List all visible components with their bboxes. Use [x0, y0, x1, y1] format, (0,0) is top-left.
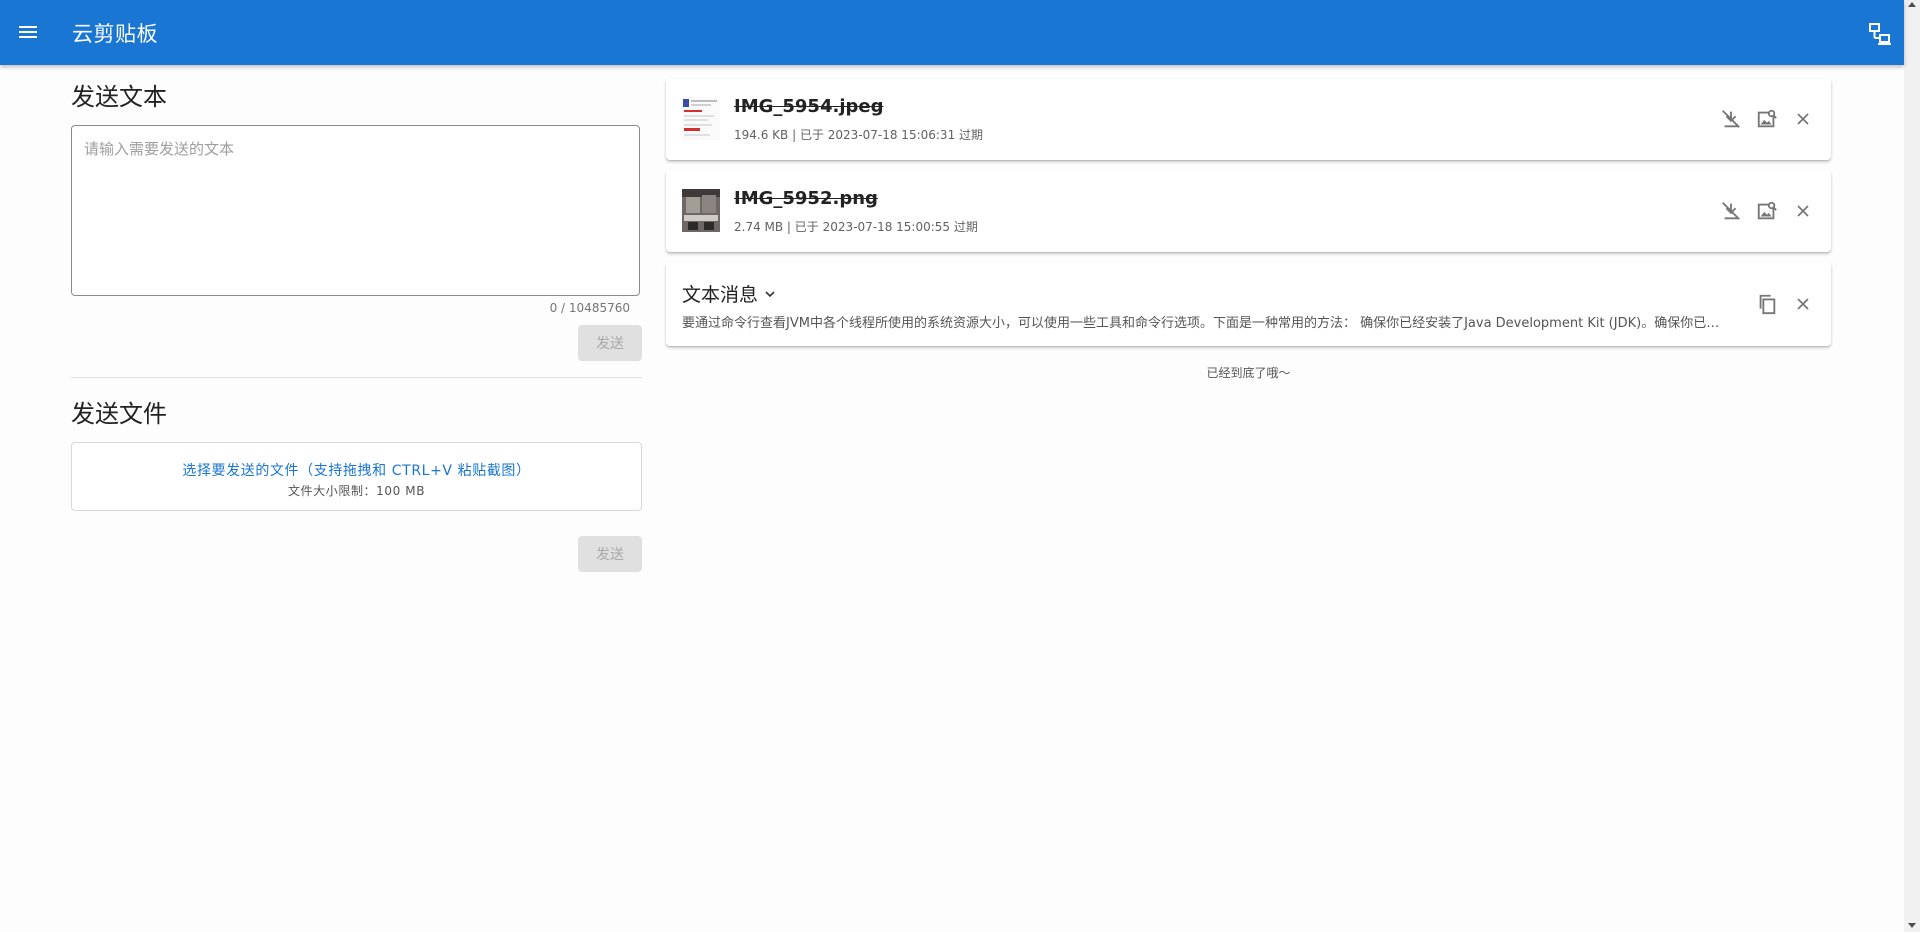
- menu-icon: [19, 26, 37, 38]
- delete-button[interactable]: [1791, 199, 1815, 223]
- send-text-title: 发送文本: [71, 83, 167, 111]
- page-scrollbar[interactable]: [1904, 0, 1920, 932]
- file-thumbnail[interactable]: [682, 97, 720, 140]
- delete-button[interactable]: [1791, 292, 1815, 316]
- close-icon: [1797, 298, 1809, 310]
- scroll-down-arrow-icon[interactable]: [1908, 923, 1916, 928]
- download-off-icon: [1722, 110, 1740, 128]
- file-name[interactable]: IMG_5954.jpeg: [734, 96, 883, 117]
- file-thumbnail[interactable]: [682, 189, 720, 232]
- file-name[interactable]: IMG_5952.png: [734, 188, 878, 209]
- file-actions: [1719, 78, 1815, 160]
- scroll-up-arrow-icon[interactable]: [1908, 2, 1916, 7]
- text-message-body: 要通过命令行查看JVM中各个线程所使用的系统资源大小，可以使用一些工具和命令行选…: [682, 316, 1732, 331]
- delete-button[interactable]: [1791, 107, 1815, 131]
- file-item: IMG_5954.jpeg 194.6 KB | 已于 2023-07-18 1…: [666, 78, 1831, 160]
- copy-icon: [1759, 294, 1776, 315]
- menu-button[interactable]: [12, 14, 44, 50]
- file-actions: [1719, 170, 1815, 252]
- text-input[interactable]: [71, 125, 640, 296]
- preview-image-button[interactable]: [1755, 199, 1779, 223]
- image-search-icon: [1757, 201, 1777, 220]
- close-icon: [1797, 205, 1809, 217]
- send-text-button[interactable]: 发送: [578, 325, 642, 361]
- preview-image-button[interactable]: [1755, 107, 1779, 131]
- app-bar: 云剪贴板: [0, 0, 1904, 65]
- devices-icon: [1869, 23, 1891, 45]
- download-off-button[interactable]: [1719, 199, 1743, 223]
- text-message-item: 文本消息 要通过命令行查看JVM中各个线程所使用的系统资源大小，可以使用一些工具…: [666, 262, 1831, 346]
- send-file-button[interactable]: 发送: [578, 536, 642, 572]
- text-message-title: 文本消息: [682, 284, 759, 306]
- char-counter: 0 / 10485760: [549, 301, 630, 315]
- send-file-title: 发送文件: [71, 400, 167, 428]
- text-message-toggle[interactable]: 文本消息: [682, 280, 778, 307]
- app-title: 云剪贴板: [72, 22, 158, 46]
- file-dropzone[interactable]: 选择要发送的文件（支持拖拽和 CTRL+V 粘贴截图） 文件大小限制：100 M…: [71, 442, 642, 511]
- close-icon: [1797, 113, 1809, 125]
- copy-button[interactable]: [1755, 292, 1779, 316]
- image-search-icon: [1757, 109, 1777, 128]
- download-off-icon: [1722, 202, 1740, 220]
- chevron-down-icon: [765, 290, 775, 297]
- section-divider: [71, 377, 642, 378]
- file-meta: 2.74 MB | 已于 2023-07-18 15:00:55 过期: [734, 220, 978, 234]
- file-item: IMG_5952.png 2.74 MB | 已于 2023-07-18 15:…: [666, 170, 1831, 252]
- select-file-link[interactable]: 选择要发送的文件（支持拖拽和 CTRL+V 粘贴截图）: [72, 460, 641, 480]
- file-size-limit: 文件大小限制：100 MB: [287, 484, 426, 498]
- text-message-actions: [1755, 262, 1815, 346]
- file-meta: 194.6 KB | 已于 2023-07-18 15:06:31 过期: [734, 128, 984, 142]
- download-off-button[interactable]: [1719, 107, 1743, 131]
- list-end-note: 已经到底了哦～: [1206, 366, 1291, 380]
- devices-button[interactable]: [1864, 18, 1896, 50]
